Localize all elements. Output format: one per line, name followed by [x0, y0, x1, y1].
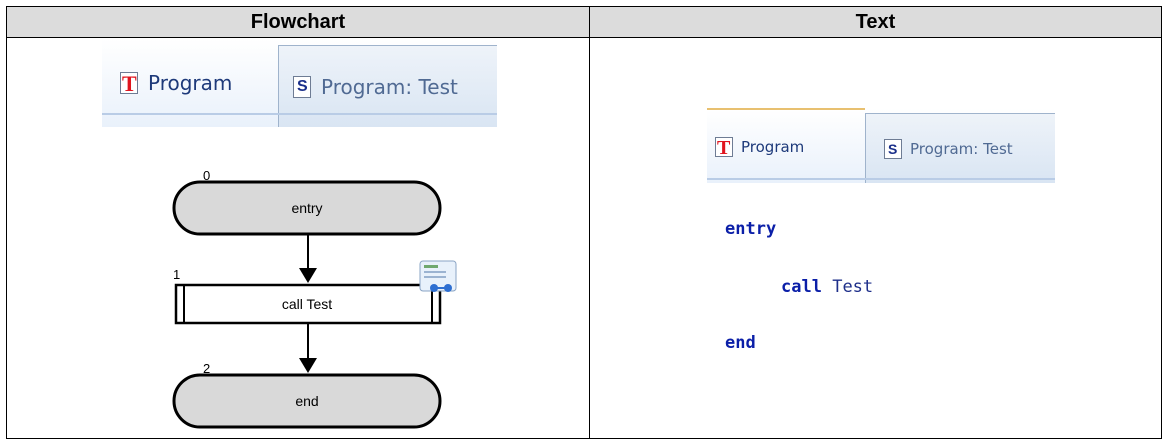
arrow-head: [299, 358, 317, 373]
code-editor[interactable]: entry call Test end: [725, 219, 873, 353]
flowchart-canvas: 0 entry 1 call Test 2 end: [172, 168, 457, 429]
entry-label: entry: [291, 200, 322, 216]
subroutine-link-icon[interactable]: [419, 260, 457, 292]
end-label: end: [295, 393, 318, 409]
end-keyword: end: [725, 333, 756, 353]
tab-label: Program: [741, 137, 805, 156]
tab-program[interactable]: T Program: [707, 108, 865, 183]
entry-keyword: entry: [725, 219, 777, 239]
call-target: Test: [832, 277, 874, 297]
tab-label: Program: Test: [910, 139, 1013, 158]
call-test-label: call Test: [282, 296, 332, 312]
arrow-head: [299, 268, 317, 283]
node-index-1: 1: [173, 267, 180, 282]
s-document-icon: S: [884, 138, 902, 159]
call-keyword: call: [781, 277, 822, 297]
code-line-entry: entry: [725, 219, 873, 277]
code-line-call: call Test: [725, 277, 873, 333]
tab-strip-border: [707, 178, 1055, 180]
header-text: Text: [590, 7, 1161, 37]
tab-program-test[interactable]: S Program: Test: [865, 113, 1055, 183]
text-tab-strip: T Program S Program: Test: [707, 108, 1055, 183]
comparison-table: Flowchart Text T Program S Program: Test…: [6, 6, 1162, 439]
column-divider: [589, 7, 590, 438]
t-document-icon: T: [715, 136, 733, 158]
code-line-end: end: [725, 333, 873, 353]
